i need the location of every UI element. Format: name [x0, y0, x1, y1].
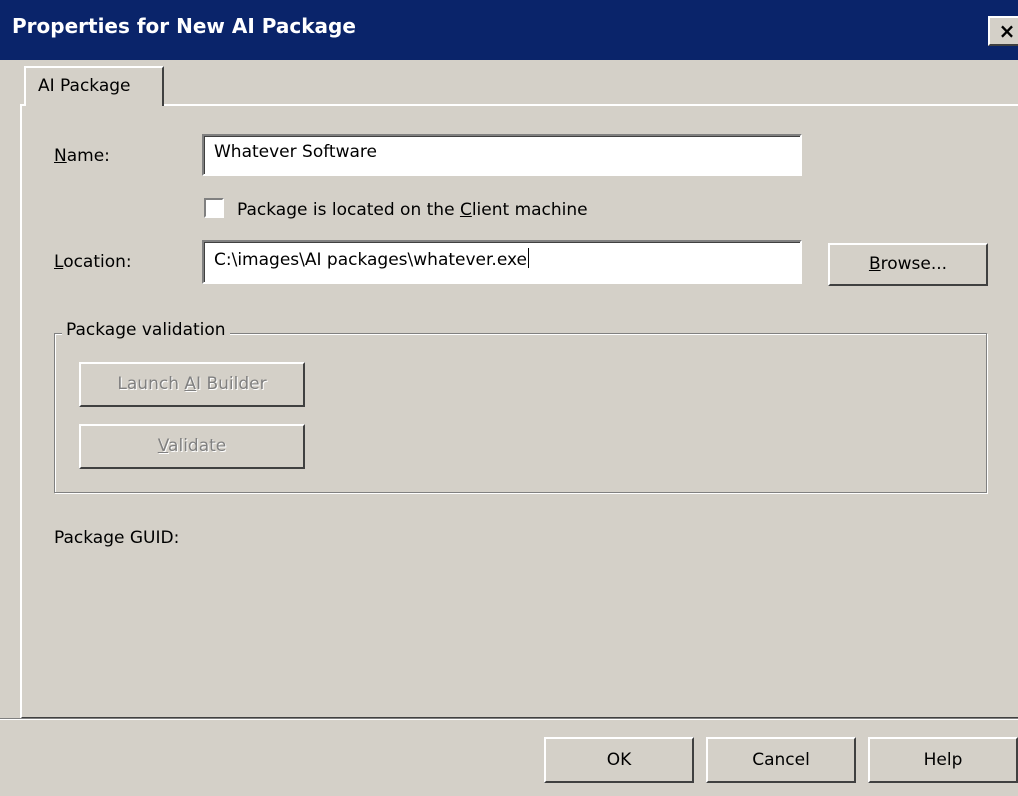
validate-button[interactable]: Validate [79, 424, 305, 469]
package-guid-label: Package GUID: [54, 528, 180, 548]
window-title: Properties for New AI Package [12, 14, 356, 38]
package-validation-group [54, 333, 987, 493]
location-value: C:\images\AI packages\whatever.exe [214, 250, 527, 270]
name-value: Whatever Software [214, 142, 377, 162]
help-button[interactable]: Help [868, 737, 1018, 783]
browse-button[interactable]: Browse... [828, 243, 988, 286]
client-machine-label[interactable]: Package is located on the Client machine [237, 200, 588, 220]
text-caret [528, 248, 529, 268]
cancel-button[interactable]: Cancel [706, 737, 856, 783]
close-icon: × [998, 19, 1016, 43]
tab-ai-package[interactable]: AI Package [24, 66, 164, 106]
name-label: Name: [54, 146, 110, 166]
footer-separator [0, 718, 1018, 720]
launch-ai-builder-button[interactable]: Launch AI Builder [79, 362, 305, 407]
location-input[interactable]: C:\images\AI packages\whatever.exe [202, 240, 802, 284]
client-machine-checkbox[interactable] [204, 198, 224, 218]
package-validation-legend: Package validation [62, 320, 230, 340]
close-button[interactable]: × [988, 16, 1018, 46]
name-input[interactable]: Whatever Software [202, 134, 802, 176]
tab-label: AI Package [38, 76, 131, 96]
location-label: Location: [54, 252, 132, 272]
ok-button[interactable]: OK [544, 737, 694, 783]
title-bar: Properties for New AI Package × [0, 0, 1018, 60]
